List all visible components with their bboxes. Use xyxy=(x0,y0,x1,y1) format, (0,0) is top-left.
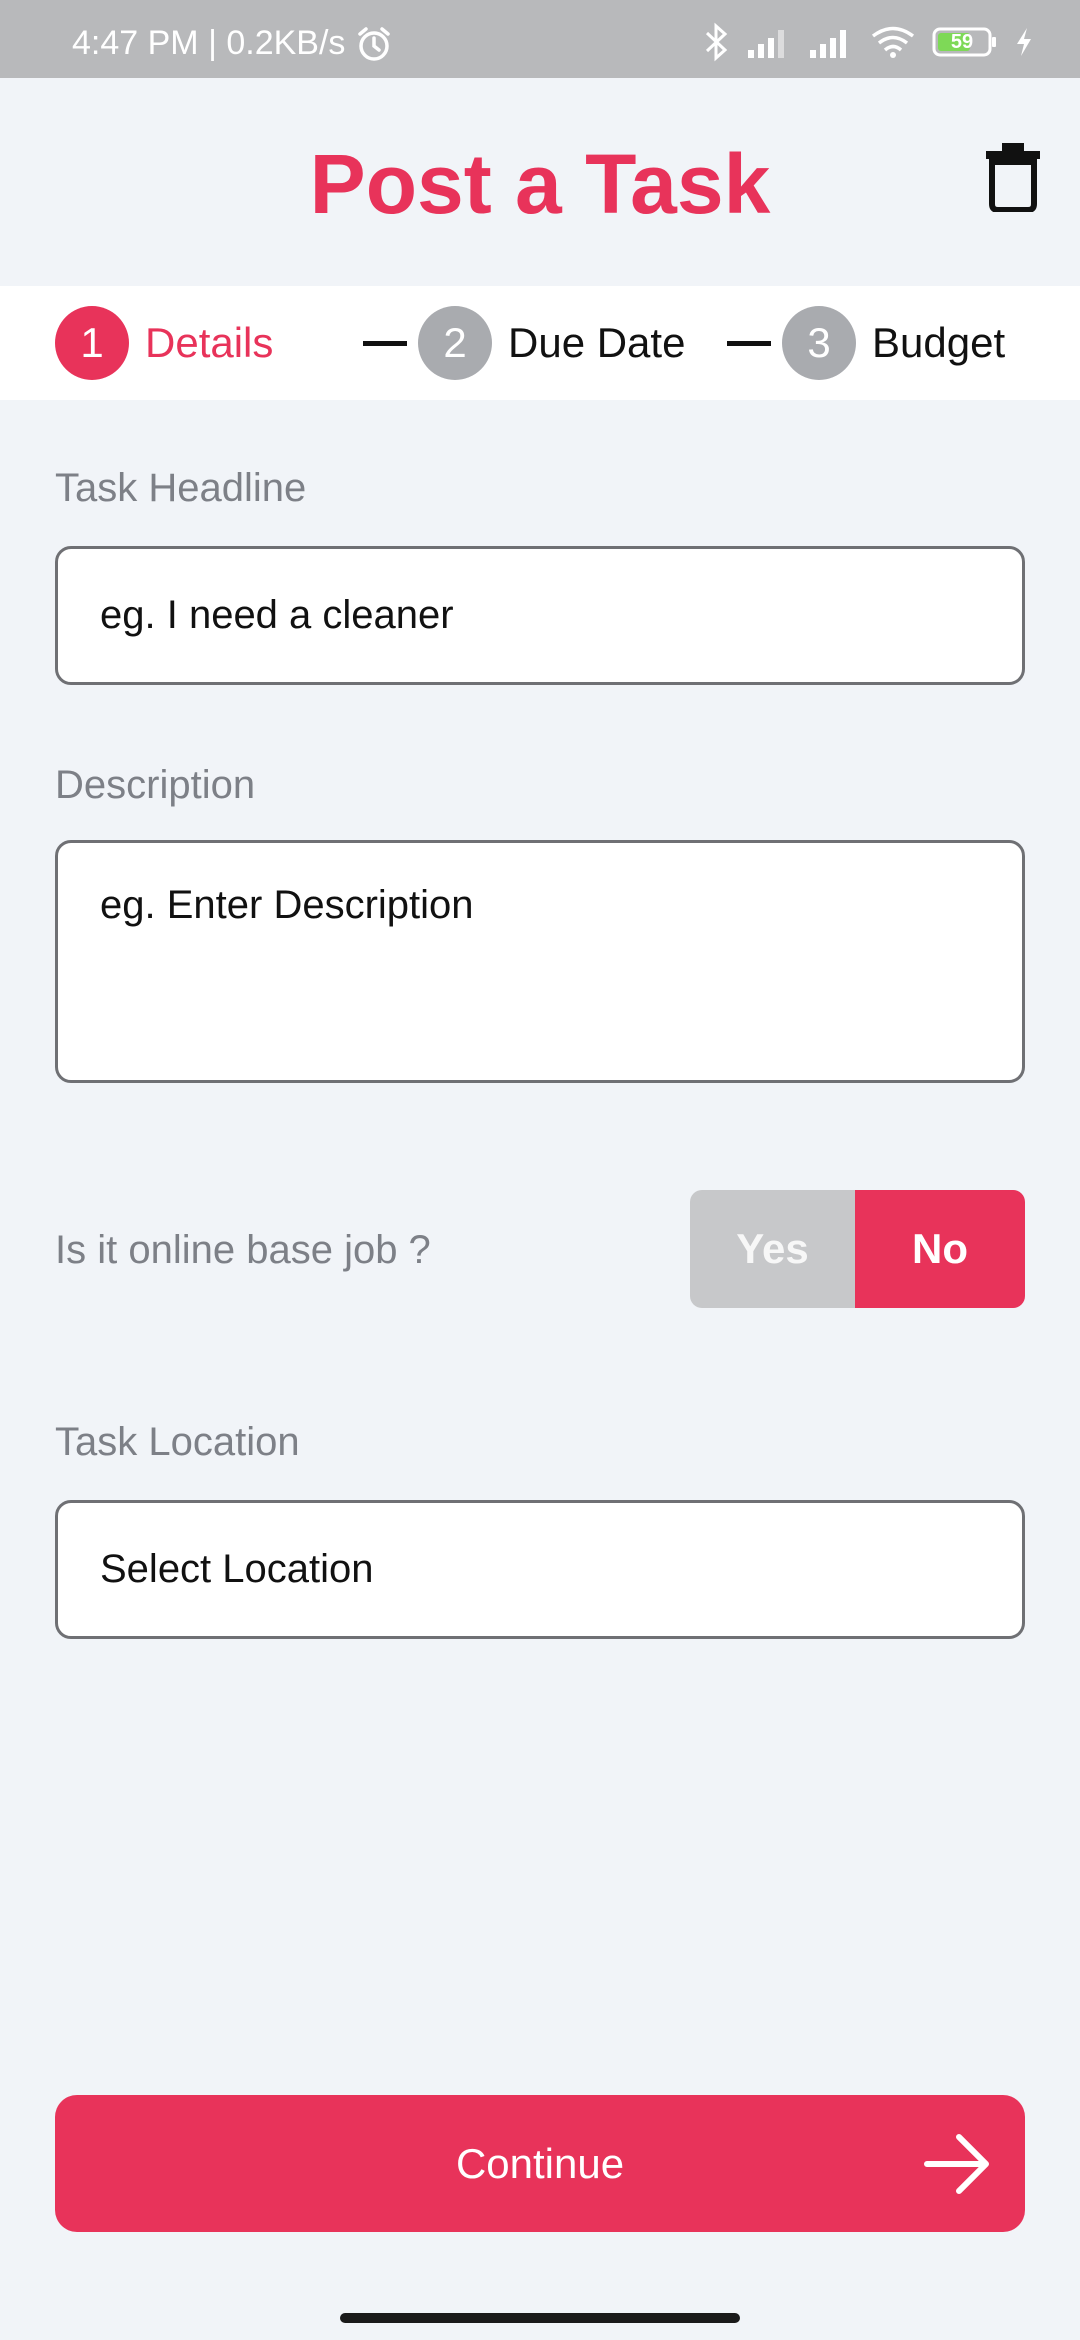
task-headline-input[interactable]: eg. I need a cleaner xyxy=(55,546,1025,685)
page-title: Post a Task xyxy=(309,137,771,231)
status-time-speed: 4:47 PM | 0.2KB/s xyxy=(72,24,346,62)
step-budget[interactable]: 3 Budget xyxy=(782,306,1005,380)
toggle-yes-button[interactable]: Yes xyxy=(690,1190,855,1308)
online-job-toggle: Yes No xyxy=(690,1190,1025,1308)
task-location-label: Task Location xyxy=(55,1420,300,1464)
step-connector xyxy=(727,341,771,346)
continue-label: Continue xyxy=(455,2139,625,2187)
step-number-1: 1 xyxy=(55,306,129,380)
status-left: 4:47 PM | 0.2KB/s xyxy=(72,24,393,63)
charging-icon xyxy=(1014,26,1034,58)
step-connector xyxy=(363,341,407,346)
header: Post a Task xyxy=(0,78,1080,286)
description-input[interactable]: eg. Enter Description xyxy=(55,840,1025,1083)
wifi-icon xyxy=(870,25,916,59)
step-due-date[interactable]: 2 Due Date xyxy=(418,306,685,380)
description-label: Description xyxy=(55,763,256,807)
step-details[interactable]: 1 Details xyxy=(55,306,273,380)
home-indicator[interactable] xyxy=(340,2313,740,2323)
trash-icon xyxy=(986,143,1040,213)
delete-button[interactable] xyxy=(982,140,1044,213)
alarm-icon xyxy=(355,25,393,63)
description-placeholder: eg. Enter Description xyxy=(100,883,474,927)
status-right: 59 xyxy=(704,22,1034,62)
stepper: 1 Details 2 Due Date 3 Budget xyxy=(0,286,1080,400)
step-number-2: 2 xyxy=(418,306,492,380)
bluetooth-icon xyxy=(704,22,730,62)
battery-level: 59 xyxy=(950,31,974,53)
online-job-question: Is it online base job ? xyxy=(55,1228,431,1272)
toggle-no-button[interactable]: No xyxy=(855,1190,1025,1308)
task-location-placeholder: Select Location xyxy=(100,1547,374,1591)
step-label-details: Details xyxy=(145,319,274,366)
arrow-right-icon xyxy=(924,2134,989,2194)
task-headline-label: Task Headline xyxy=(55,466,307,510)
step-number-3: 3 xyxy=(782,306,856,380)
task-location-select[interactable]: Select Location xyxy=(55,1500,1025,1639)
task-headline-placeholder: eg. I need a cleaner xyxy=(100,593,454,637)
status-bar: 4:47 PM | 0.2KB/s 59 xyxy=(0,0,1080,78)
continue-button[interactable]: Continue xyxy=(55,2095,1025,2232)
signal-icon-2 xyxy=(808,26,854,58)
step-label-due-date: Due Date xyxy=(508,319,686,366)
step-label-budget: Budget xyxy=(872,319,1006,366)
battery-icon: 59 xyxy=(932,27,998,57)
signal-icon-1 xyxy=(746,26,792,58)
